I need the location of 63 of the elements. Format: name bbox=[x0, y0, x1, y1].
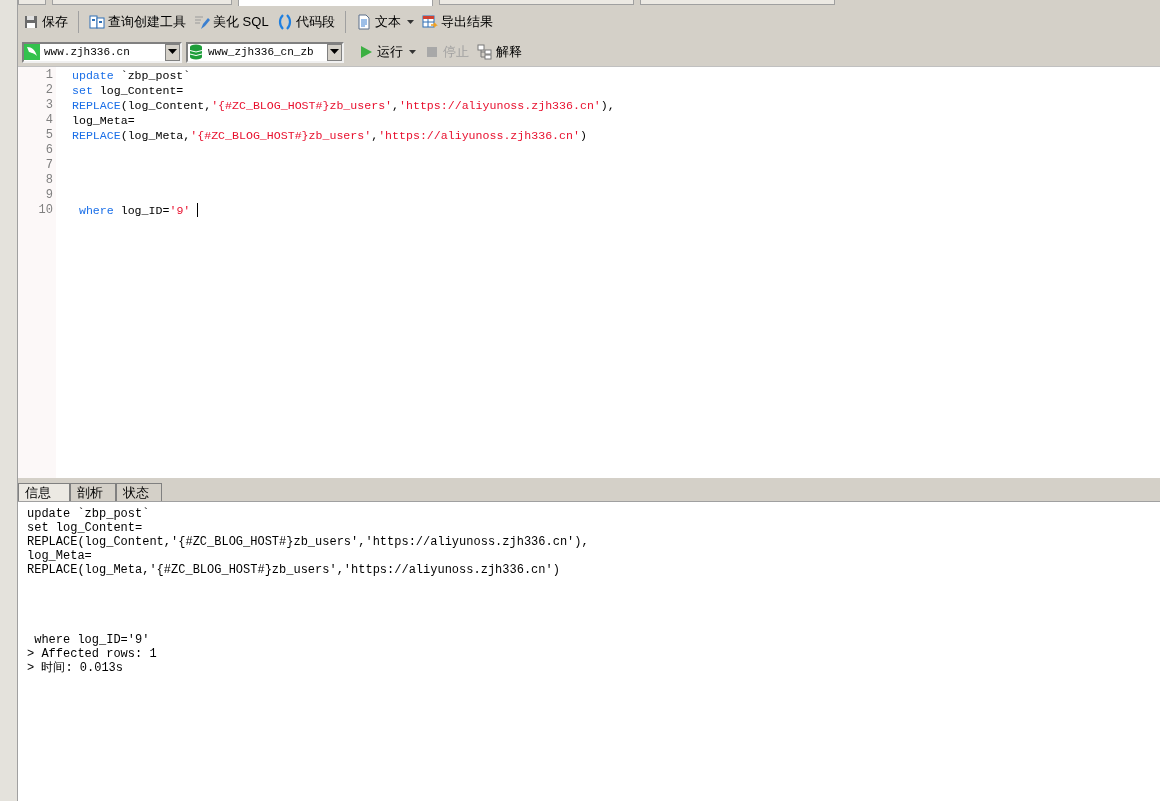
toolbar-button[interactable]: 美化 SQL bbox=[193, 10, 270, 34]
output-line: update `zbp_post` bbox=[27, 507, 151, 521]
toolbar-button[interactable]: 文本 bbox=[354, 10, 415, 34]
document-tab[interactable] bbox=[52, 0, 232, 5]
play-icon bbox=[358, 44, 374, 60]
code-token: REPLACE bbox=[72, 128, 121, 143]
line-number: 2 bbox=[44, 83, 54, 98]
line-number: 3 bbox=[44, 98, 54, 113]
code-token: update bbox=[72, 68, 114, 83]
code-token: (log_Content, bbox=[120, 98, 212, 113]
output-line: log_Meta= bbox=[27, 549, 93, 563]
stop-icon bbox=[424, 44, 440, 60]
code-token: '{#ZC_BLOG_HOST#}zb_users' bbox=[211, 98, 393, 113]
flowchart-icon bbox=[477, 44, 493, 60]
explain-button[interactable]: 解释 bbox=[475, 41, 524, 63]
line-number: 9 bbox=[44, 188, 54, 203]
code-token: ) bbox=[579, 128, 587, 143]
document-tab[interactable] bbox=[640, 0, 835, 5]
output-line: set log_Content= bbox=[27, 521, 144, 535]
toolbar-button[interactable]: 查询创建工具 bbox=[88, 10, 187, 34]
database-icon bbox=[188, 44, 204, 60]
code-token: 'https://aliyunoss.zjh336.cn' bbox=[378, 128, 580, 143]
line-number: 6 bbox=[44, 143, 54, 158]
line-number: 1 bbox=[44, 68, 54, 83]
line-number: 4 bbox=[44, 113, 54, 128]
code-token: '9' bbox=[169, 203, 191, 218]
parentheses-icon bbox=[276, 14, 293, 30]
toolbar-button[interactable]: 导出结果 bbox=[420, 10, 494, 34]
window-grid-icon bbox=[89, 14, 105, 30]
connection-select[interactable]: www.zjh336.cn bbox=[22, 41, 182, 63]
result-tab[interactable]: 状态 bbox=[116, 483, 162, 501]
database-select[interactable]: www_zjh336_cn_zb bbox=[186, 41, 344, 63]
code-token: (log_Meta, bbox=[120, 128, 191, 143]
output-line: REPLACE(log_Meta,'{#ZC_BLOG_HOST#}zb_users','https://aliyunoss.zjh336.cn') bbox=[27, 563, 561, 577]
code-token: , bbox=[392, 98, 400, 113]
output-line: > 时间: 0.013s bbox=[27, 661, 124, 675]
code-token: set bbox=[72, 83, 93, 98]
code-token: `zbp_post` bbox=[119, 68, 191, 83]
code-token: log_Content= bbox=[98, 83, 184, 98]
line-number: 8 bbox=[44, 173, 54, 188]
code-token: log_ID= bbox=[119, 203, 170, 218]
code-token: REPLACE bbox=[72, 98, 121, 113]
run-button[interactable]: 运行 bbox=[356, 41, 418, 63]
line-number: 7 bbox=[44, 158, 54, 173]
code-token: ), bbox=[600, 98, 615, 113]
code-token: where bbox=[77, 203, 114, 218]
result-tab[interactable]: 剖析 bbox=[70, 483, 116, 501]
output-line: where log_ID='9' bbox=[33, 633, 151, 647]
toolbar-button[interactable]: 代码段 bbox=[275, 10, 336, 34]
output-line: > Affected rows: 1 bbox=[27, 647, 158, 661]
document-tab[interactable] bbox=[439, 0, 634, 5]
result-tab[interactable]: 信息 bbox=[18, 483, 70, 501]
output-line: REPLACE(log_Content,'{#ZC_BLOG_HOST#}zb_users','https://aliyunoss.zjh336.cn'), bbox=[27, 535, 590, 549]
line-number: 5 bbox=[44, 128, 54, 143]
code-token: log_Meta= bbox=[72, 113, 135, 128]
pencil-lines-icon bbox=[194, 14, 210, 30]
document-icon bbox=[355, 14, 372, 30]
save-button[interactable]: 保存 bbox=[22, 10, 69, 34]
document-tab[interactable] bbox=[18, 0, 46, 5]
code-token: 'https://aliyunoss.zjh336.cn' bbox=[399, 98, 601, 113]
line-number: 10 bbox=[37, 203, 54, 218]
code-token: , bbox=[371, 128, 379, 143]
code-token: '{#ZC_BLOG_HOST#}zb_users' bbox=[190, 128, 372, 143]
